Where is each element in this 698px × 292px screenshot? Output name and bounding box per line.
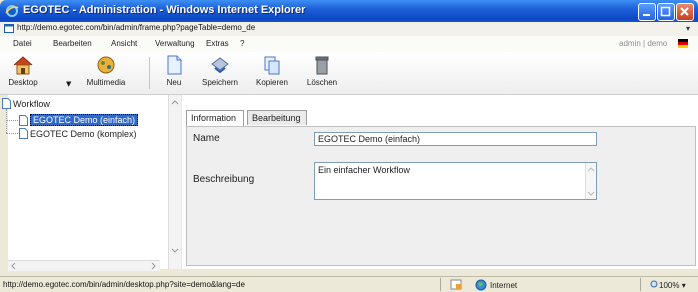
menu-extras[interactable]: Extras bbox=[206, 39, 229, 48]
toolbar: Desktop ▼ Multimedia Neu Speichern Kopie… bbox=[0, 52, 698, 95]
tree-connector bbox=[6, 133, 18, 134]
zoom-icon bbox=[650, 280, 658, 288]
menu-help[interactable]: ? bbox=[240, 39, 244, 48]
maximize-button[interactable] bbox=[657, 3, 675, 21]
status-bar: http://demo.egotec.com/bin/admin/desktop… bbox=[0, 276, 698, 292]
tree-connector bbox=[6, 109, 7, 133]
home-icon bbox=[13, 56, 33, 75]
chevron-right-icon bbox=[151, 262, 156, 270]
chevron-up-icon bbox=[587, 167, 595, 172]
trash-icon bbox=[315, 56, 329, 75]
close-button[interactable] bbox=[676, 3, 694, 21]
menu-ansicht[interactable]: Ansicht bbox=[111, 39, 137, 48]
new-document-icon bbox=[167, 55, 182, 75]
name-label: Name bbox=[193, 133, 220, 144]
description-text: Ein einfacher Workflow bbox=[318, 165, 410, 175]
chevron-down-icon[interactable]: ▾ bbox=[686, 24, 690, 33]
document-icon bbox=[19, 128, 28, 139]
zoom-level[interactable]: 100% ▾ bbox=[650, 280, 686, 290]
address-bar[interactable]: http://demo.egotec.com/bin/admin/frame.p… bbox=[0, 22, 698, 37]
chevron-down-icon bbox=[171, 248, 179, 253]
delete-button[interactable]: Löschen bbox=[302, 54, 342, 87]
workflow-tree: Workflow EGOTEC Demo (einfach) EGOTEC De… bbox=[2, 95, 181, 269]
ie-icon bbox=[5, 5, 19, 17]
minimize-button[interactable] bbox=[638, 3, 656, 21]
document-icon bbox=[19, 114, 28, 126]
tree-vertical-scrollbar[interactable] bbox=[168, 95, 181, 269]
chevron-down-icon bbox=[587, 191, 595, 196]
close-icon bbox=[680, 7, 689, 16]
information-form: Name EGOTEC Demo (einfach) Beschreibung … bbox=[186, 126, 696, 266]
copy-button[interactable]: Kopieren bbox=[252, 54, 292, 87]
chevron-up-icon bbox=[171, 100, 179, 105]
tree-root[interactable]: Workflow bbox=[2, 98, 50, 109]
new-button[interactable]: Neu bbox=[162, 54, 186, 87]
tab-bearbeitung[interactable]: Bearbeitung bbox=[247, 110, 307, 125]
toolbar-separator bbox=[149, 57, 150, 89]
desktop-dropdown-chevron-down-icon[interactable]: ▼ bbox=[66, 80, 71, 88]
title-bar: EGOTEC - Administration - Windows Intern… bbox=[0, 0, 698, 22]
security-icon[interactable] bbox=[450, 279, 462, 290]
multimedia-icon bbox=[97, 56, 115, 74]
status-separator bbox=[640, 278, 641, 291]
globe-icon bbox=[475, 279, 487, 291]
window-title: EGOTEC - Administration - Windows Intern… bbox=[23, 4, 306, 16]
page-icon bbox=[4, 24, 14, 33]
main-panel: Information Bearbeitung Name EGOTEC Demo… bbox=[182, 95, 698, 269]
document-icon bbox=[2, 98, 11, 109]
copy-icon bbox=[264, 56, 280, 75]
german-flag-icon[interactable] bbox=[678, 39, 688, 48]
security-zone[interactable]: Internet bbox=[475, 279, 517, 291]
tree-connector bbox=[6, 120, 18, 121]
desktop-button[interactable]: Desktop bbox=[6, 54, 40, 87]
save-icon bbox=[211, 57, 229, 74]
menu-bar: Datei Bearbeiten Ansicht Verwaltung Extr… bbox=[0, 36, 698, 53]
tree-item-einfach[interactable]: EGOTEC Demo (einfach) bbox=[19, 114, 139, 126]
save-button[interactable]: Speichern bbox=[198, 54, 242, 87]
minimize-icon bbox=[643, 14, 650, 16]
description-label: Beschreibung bbox=[193, 174, 255, 185]
maximize-icon bbox=[660, 6, 671, 17]
menu-verwaltung[interactable]: Verwaltung bbox=[155, 39, 195, 48]
menu-bearbeiten[interactable]: Bearbeiten bbox=[53, 39, 92, 48]
tree-item-komplex[interactable]: EGOTEC Demo (komplex) bbox=[19, 128, 137, 139]
tree-item-label: EGOTEC Demo (einfach) bbox=[30, 114, 139, 126]
description-scrollbar[interactable] bbox=[585, 163, 596, 199]
description-field[interactable]: Ein einfacher Workflow bbox=[314, 162, 597, 200]
address-url[interactable]: http://demo.egotec.com/bin/admin/frame.p… bbox=[17, 23, 255, 32]
tree-horizontal-scrollbar[interactable] bbox=[8, 260, 160, 271]
status-url: http://demo.egotec.com/bin/admin/desktop… bbox=[3, 280, 245, 289]
tree-item-label: EGOTEC Demo (komplex) bbox=[30, 128, 137, 139]
browser-window: EGOTEC - Administration - Windows Intern… bbox=[0, 0, 698, 292]
tab-information[interactable]: Information bbox=[186, 110, 244, 126]
chevron-left-icon bbox=[11, 262, 16, 270]
name-field[interactable]: EGOTEC Demo (einfach) bbox=[314, 132, 597, 146]
multimedia-button[interactable]: Multimedia bbox=[84, 54, 128, 87]
user-info: admin | demo bbox=[619, 39, 668, 48]
menu-datei[interactable]: Datei bbox=[13, 39, 32, 48]
status-separator bbox=[440, 278, 441, 291]
